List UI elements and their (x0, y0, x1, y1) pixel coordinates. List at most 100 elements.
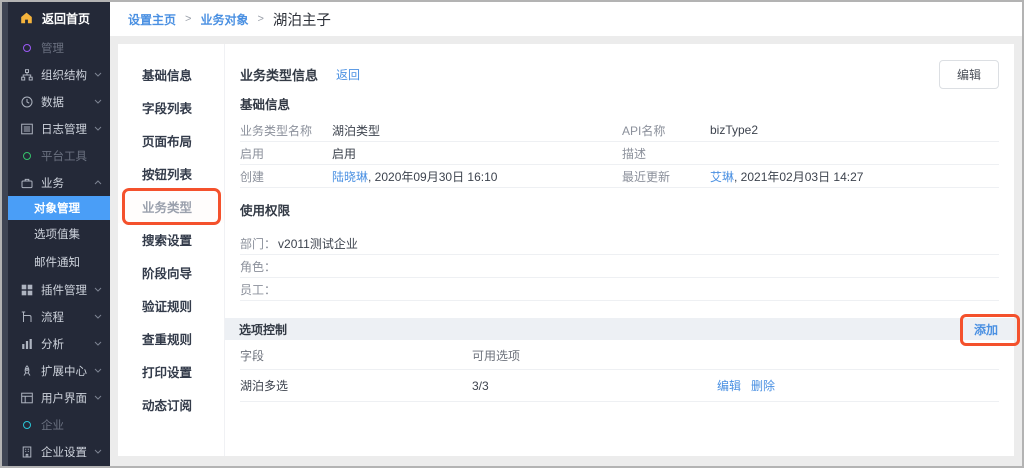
cell-field-name: 湖泊多选 (240, 377, 472, 394)
field-value: 启用 (332, 145, 622, 162)
detail-card: 基础信息 字段列表 页面布局 按钮列表 业务类型 搜索设置 阶段向导 验证规则 … (118, 44, 1014, 456)
sidebar-item-option-sets[interactable]: 选项值集 (8, 220, 110, 248)
sidebar-item-extension-center[interactable]: 扩展中心 (8, 357, 110, 384)
tab-stage-wizard[interactable]: 阶段向导 (118, 256, 224, 289)
chevron-up-icon (94, 180, 102, 185)
object-settings-menu: 基础信息 字段列表 页面布局 按钮列表 业务类型 搜索设置 阶段向导 验证规则 … (118, 44, 225, 456)
sidebar-item-label: 插件管理 (41, 282, 94, 298)
building-icon (20, 446, 33, 458)
column-header-field: 字段 (240, 347, 472, 364)
rocket-icon (20, 365, 33, 377)
breadcrumb-link-business-objects[interactable]: 业务对象 (200, 11, 248, 28)
tab-field-list[interactable]: 字段列表 (118, 91, 224, 124)
breadcrumb-separator: > (185, 13, 191, 25)
chevron-down-icon (94, 395, 102, 400)
content-panel: 业务类型信息 返回 编辑 基础信息 业务类型名称 湖泊类型 API名称 bizT… (225, 44, 1014, 456)
chevron-down-icon (94, 341, 102, 346)
created-by-link[interactable]: 陆晓琳 (332, 170, 368, 184)
sidebar-item-analysis[interactable]: 分析 (8, 330, 110, 357)
sidebar-item-enterprise[interactable]: 企业 (8, 411, 110, 438)
tab-search-settings[interactable]: 搜索设置 (118, 223, 224, 256)
section-heading-basic: 基础信息 (240, 96, 999, 114)
permissions-list: 部门： v2011测试企业 角色： 员工： (240, 232, 999, 301)
sidebar-item-label: 数据 (41, 94, 94, 110)
field-value: 艾琳, 2021年02月03日 14:27 (710, 168, 999, 185)
chevron-down-icon (94, 72, 102, 77)
field-label: 启用 (240, 145, 332, 162)
sidebar-item-email-notification[interactable]: 邮件通知 (8, 248, 110, 276)
sidebar-item-plugin-management[interactable]: 插件管理 (8, 276, 110, 303)
option-control-header: 选项控制 添加 (225, 318, 1014, 340)
tab-business-type[interactable]: 业务类型 (118, 190, 224, 223)
sidebar-item-label: 业务 (41, 175, 94, 191)
chevron-down-icon (94, 126, 102, 131)
field-value: 陆晓琳, 2020年09月30日 16:10 (332, 168, 622, 185)
sidebar-item-business[interactable]: 业务 (8, 169, 110, 196)
org-chart-icon (20, 69, 33, 81)
section-heading-options: 选项控制 (239, 321, 287, 338)
chevron-down-icon (94, 99, 102, 104)
sidebar-item-workflow[interactable]: 流程 (8, 303, 110, 330)
circle-icon (20, 44, 33, 52)
sidebar-item-label: 企业 (41, 417, 102, 433)
field-value: 湖泊类型 (332, 122, 622, 139)
back-link[interactable]: 返回 (336, 66, 360, 83)
sidebar-item-label: 扩展中心 (41, 363, 94, 379)
sidebar-item-label: 平台工具 (41, 148, 102, 164)
breadcrumb: 设置主页 > 业务对象 > 湖泊主子 (110, 2, 1022, 36)
tab-dedup-rules[interactable]: 查重规则 (118, 322, 224, 355)
field-label: 部门： (240, 235, 276, 252)
sidebar-item-label: 组织结构 (41, 67, 94, 83)
row-delete-link[interactable]: 删除 (751, 377, 775, 394)
sidebar-item-label: 对象管理 (34, 200, 80, 216)
field-value: bizType2 (710, 123, 999, 137)
chevron-down-icon (94, 449, 102, 454)
field-value: v2011测试企业 (278, 235, 358, 252)
bar-chart-icon (20, 338, 33, 350)
tab-page-layout[interactable]: 页面布局 (118, 124, 224, 157)
breadcrumb-separator: > (257, 13, 263, 25)
sidebar-item-enterprise-settings[interactable]: 企业设置 (8, 438, 110, 465)
breadcrumb-current: 湖泊主子 (273, 9, 331, 30)
log-list-icon (20, 123, 33, 135)
tab-validation-rules[interactable]: 验证规则 (118, 289, 224, 322)
tab-basic-info[interactable]: 基础信息 (118, 58, 224, 91)
created-time: , 2020年09月30日 16:10 (368, 170, 497, 184)
sidebar-item-label: 返回首页 (42, 10, 90, 27)
circle-icon (20, 421, 33, 429)
edit-button[interactable]: 编辑 (939, 60, 999, 89)
sidebar-item-logs[interactable]: 日志管理 (8, 115, 110, 142)
sidebar-item-user-interface[interactable]: 用户界面 (8, 384, 110, 411)
sidebar-item-object-management[interactable]: 对象管理 (8, 196, 110, 220)
sidebar-item-label: 用户界面 (41, 390, 94, 406)
tab-dynamic-subscription[interactable]: 动态订阅 (118, 388, 224, 421)
chevron-down-icon (94, 314, 102, 319)
info-row: 创建 陆晓琳, 2020年09月30日 16:10 最近更新 艾琳, 2021年… (240, 165, 999, 188)
clock-icon (20, 96, 33, 108)
field-label: 描述 (622, 145, 710, 162)
permission-row: 部门： v2011测试企业 (240, 232, 999, 255)
sidebar-item-organization[interactable]: 组织结构 (8, 61, 110, 88)
updated-time: , 2021年02月03日 14:27 (734, 170, 863, 184)
home-icon (20, 12, 33, 24)
sidebar-item-label: 企业设置 (41, 444, 94, 460)
grid-icon (20, 284, 33, 296)
info-row: 启用 启用 描述 (240, 142, 999, 165)
sidebar-item-label: 邮件通知 (34, 254, 80, 270)
updated-by-link[interactable]: 艾琳 (710, 170, 734, 184)
sidebar-item-management[interactable]: 管理 (8, 34, 110, 61)
row-edit-link[interactable]: 编辑 (717, 377, 741, 394)
permission-row: 角色： (240, 255, 999, 278)
breadcrumb-link-settings-home[interactable]: 设置主页 (128, 11, 176, 28)
add-link[interactable]: 添加 (974, 323, 998, 337)
table-row: 湖泊多选 3/3 编辑 删除 (240, 370, 999, 402)
sidebar-item-platform-tools[interactable]: 平台工具 (8, 142, 110, 169)
sidebar-item-back-home[interactable]: 返回首页 (8, 2, 110, 34)
sidebar-item-label: 日志管理 (41, 121, 94, 137)
window-icon (20, 392, 33, 404)
tab-button-list[interactable]: 按钮列表 (118, 157, 224, 190)
tab-print-settings[interactable]: 打印设置 (118, 355, 224, 388)
briefcase-icon (20, 177, 33, 189)
sidebar-item-data[interactable]: 数据 (8, 88, 110, 115)
circle-icon (20, 152, 33, 160)
